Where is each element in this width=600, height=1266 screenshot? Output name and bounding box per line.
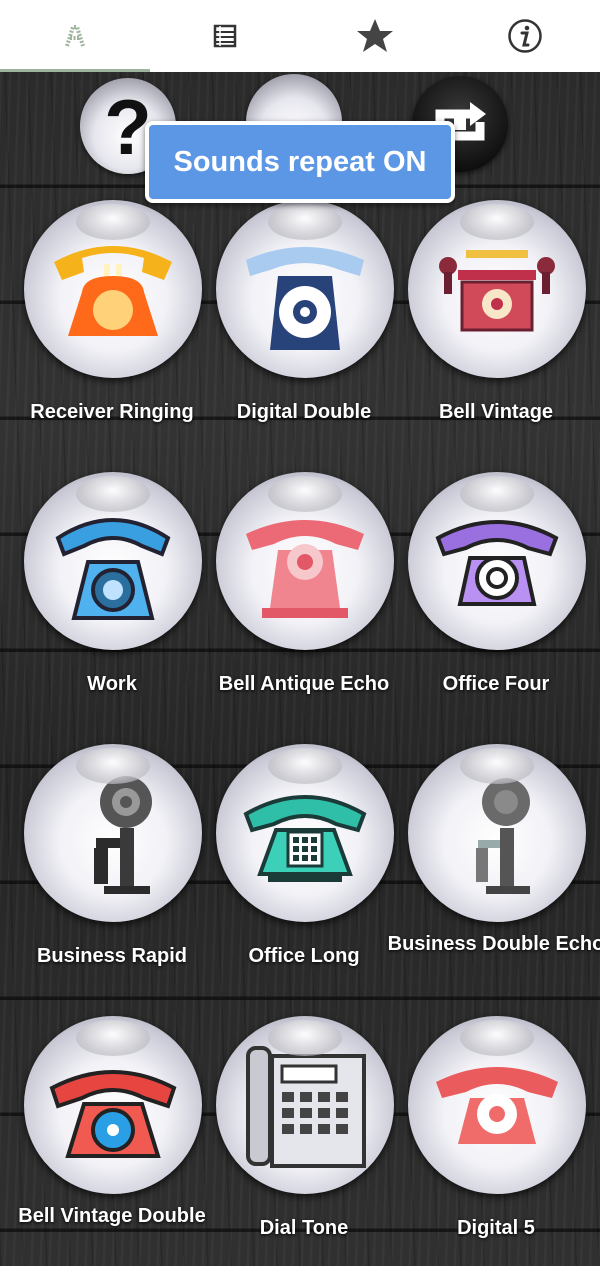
tab-info[interactable] [450,0,600,72]
sound-label: Bell Vintage [438,401,554,423]
info-icon [508,19,542,53]
sound-label: Digital 5 [457,1217,535,1239]
sound-label: Office Four [442,673,550,695]
tab-sounds[interactable] [0,0,150,72]
star-icon [357,19,393,52]
text-a-icon [65,25,85,47]
tab-list[interactable] [150,0,300,72]
tab-favorites[interactable] [300,0,450,72]
list-icon [213,24,237,48]
top-tab-bar [0,0,600,72]
sound-label: Business Double Echo [387,933,600,955]
toast-text: Sounds repeat ON [173,145,427,178]
active-tab-indicator [0,69,150,72]
repeat-status-toast: Sounds repeat ON [145,121,455,203]
